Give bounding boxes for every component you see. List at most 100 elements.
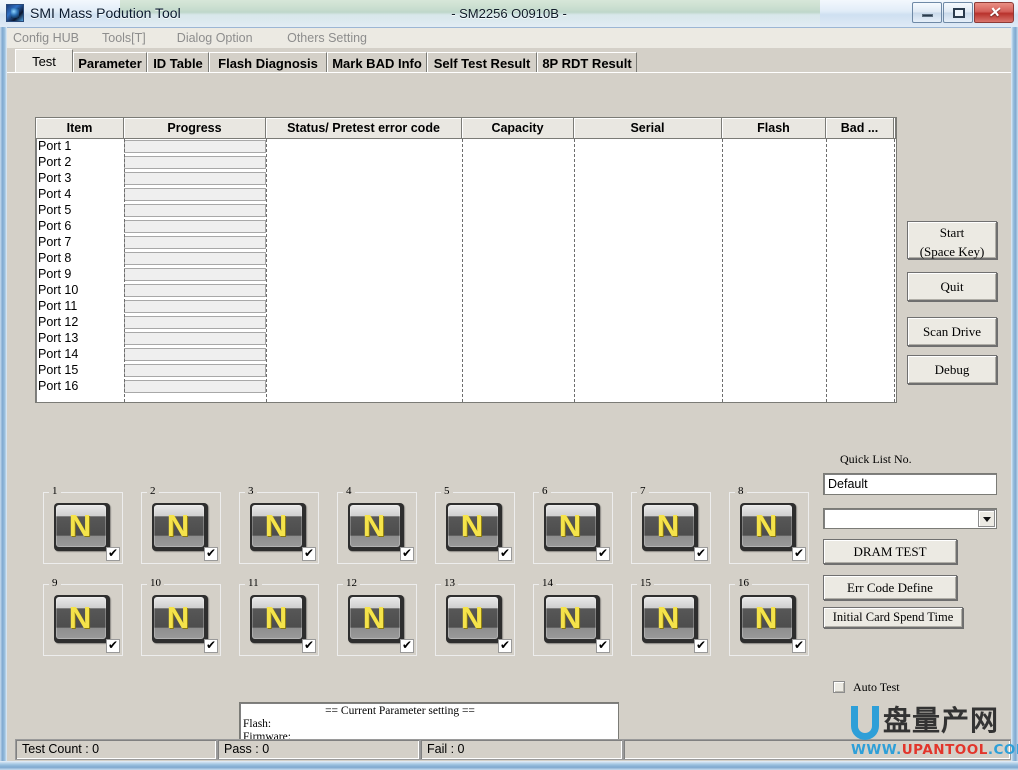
tab-parameter[interactable]: Parameter	[73, 52, 147, 73]
tab-test[interactable]: Test	[15, 49, 73, 73]
table-row[interactable]: Port 4	[36, 187, 896, 203]
app-icon	[6, 4, 24, 22]
grid-column-header[interactable]: Bad ...	[826, 118, 894, 139]
port-checkmark-icon[interactable]	[596, 547, 610, 561]
port-card-13[interactable]: 13N	[435, 584, 515, 656]
table-row[interactable]: Port 12	[36, 315, 896, 331]
port-card-16[interactable]: 16N	[729, 584, 809, 656]
table-row[interactable]: Port 3	[36, 171, 896, 187]
port-checkmark-icon[interactable]	[204, 547, 218, 561]
card-letter: N	[348, 595, 400, 639]
auto-test-checkbox[interactable]	[833, 681, 845, 693]
port-card-3[interactable]: 3N	[239, 492, 319, 564]
tab-8p-rdt-result[interactable]: 8P RDT Result	[537, 52, 637, 73]
port-card-8[interactable]: 8N	[729, 492, 809, 564]
quick-list-input[interactable]: Default	[823, 473, 997, 495]
table-row[interactable]: Port 13	[36, 331, 896, 347]
grid-column-separator	[894, 139, 895, 402]
dram-test-button[interactable]: DRAM TEST	[823, 539, 957, 564]
port-checkmark-icon[interactable]	[302, 639, 316, 653]
port-checkmark-icon[interactable]	[792, 547, 806, 561]
table-row[interactable]: Port 6	[36, 219, 896, 235]
menu-item-tools-t[interactable]: Tools[T]	[102, 31, 146, 45]
card-letter: N	[54, 595, 106, 639]
grid-column-header[interactable]: Status/ Pretest error code	[266, 118, 462, 139]
tab-id-table[interactable]: ID Table	[147, 52, 209, 73]
table-row[interactable]: Port 8	[36, 251, 896, 267]
title-bar: SMI Mass Podution Tool - SM2256 O0910B -…	[0, 0, 1018, 28]
port-checkmark-icon[interactable]	[792, 639, 806, 653]
port-checkmark-icon[interactable]	[694, 547, 708, 561]
card-image-icon: N	[348, 503, 404, 551]
port-checkmark-icon[interactable]	[106, 547, 120, 561]
port-checkmark-icon[interactable]	[596, 639, 610, 653]
table-row[interactable]: Port 5	[36, 203, 896, 219]
port-card-15[interactable]: 15N	[631, 584, 711, 656]
port-card-10[interactable]: 10N	[141, 584, 221, 656]
grid-cell-progress	[124, 316, 266, 329]
grid-column-header[interactable]: Item	[36, 118, 124, 139]
table-row[interactable]: Port 15	[36, 363, 896, 379]
card-letter: N	[642, 503, 694, 547]
menu-item-others-setting[interactable]: Others Setting	[287, 31, 367, 45]
port-checkmark-icon[interactable]	[302, 547, 316, 561]
port-checkmark-icon[interactable]	[498, 547, 512, 561]
port-card-number: 9	[49, 577, 61, 589]
quit-button[interactable]: Quit	[907, 272, 997, 301]
tab-mark-bad-info[interactable]: Mark BAD Info	[327, 52, 427, 73]
port-card-9[interactable]: 9N	[43, 584, 123, 656]
table-row[interactable]: Port 9	[36, 267, 896, 283]
tab-flash-diagnosis[interactable]: Flash Diagnosis	[209, 52, 327, 73]
port-results-grid[interactable]: ItemProgressStatus/ Pretest error codeCa…	[35, 117, 897, 403]
port-card-6[interactable]: 6N	[533, 492, 613, 564]
table-row[interactable]: Port 1	[36, 139, 896, 155]
port-checkmark-icon[interactable]	[106, 639, 120, 653]
port-checkmark-icon[interactable]	[204, 639, 218, 653]
port-card-2[interactable]: 2N	[141, 492, 221, 564]
minimize-button[interactable]	[912, 2, 942, 23]
port-checkmark-icon[interactable]	[694, 639, 708, 653]
card-letter: N	[544, 503, 596, 547]
card-image-icon: N	[152, 503, 208, 551]
close-button[interactable]: ✕	[974, 2, 1014, 23]
port-card-14[interactable]: 14N	[533, 584, 613, 656]
card-image-icon: N	[250, 595, 306, 643]
port-checkmark-icon[interactable]	[400, 547, 414, 561]
port-card-11[interactable]: 11N	[239, 584, 319, 656]
err-code-define-button[interactable]: Err Code Define	[823, 575, 957, 600]
menu-item-dialog-option[interactable]: Dialog Option	[177, 31, 253, 45]
tab-self-test-result[interactable]: Self Test Result	[427, 52, 537, 73]
chevron-down-icon[interactable]	[978, 510, 995, 527]
grid-column-header[interactable]: Progress	[124, 118, 266, 139]
maximize-button[interactable]	[943, 2, 973, 23]
table-row[interactable]: Port 16	[36, 379, 896, 395]
start-button[interactable]: Start (Space Key)	[907, 221, 997, 259]
menu-bar: Config HUB Tools[T] Dialog Option Others Se…	[7, 28, 1011, 49]
grid-column-header[interactable]: Serial	[574, 118, 722, 139]
debug-button[interactable]: Debug	[907, 355, 997, 384]
table-row[interactable]: Port 11	[36, 299, 896, 315]
scan-drive-button[interactable]: Scan Drive	[907, 317, 997, 346]
port-checkmark-icon[interactable]	[400, 639, 414, 653]
grid-column-separator	[826, 139, 827, 402]
table-row[interactable]: Port 7	[36, 235, 896, 251]
port-checkmark-icon[interactable]	[498, 639, 512, 653]
port-card-5[interactable]: 5N	[435, 492, 515, 564]
port-card-12[interactable]: 12N	[337, 584, 417, 656]
quick-list-combobox[interactable]	[823, 508, 997, 529]
table-row[interactable]: Port 10	[36, 283, 896, 299]
menu-item-config-hub[interactable]: Config HUB	[13, 31, 79, 45]
grid-column-header[interactable]: Flash	[722, 118, 826, 139]
initial-card-spend-time-button[interactable]: Initial Card Spend Time	[823, 607, 963, 628]
grid-cell-progress	[124, 188, 266, 201]
port-card-4[interactable]: 4N	[337, 492, 417, 564]
port-card-number: 4	[343, 485, 355, 497]
grid-column-header[interactable]: Capacity	[462, 118, 574, 139]
table-row[interactable]: Port 2	[36, 155, 896, 171]
port-card-7[interactable]: 7N	[631, 492, 711, 564]
port-card-number: 13	[441, 577, 458, 589]
port-card-1[interactable]: 1N	[43, 492, 123, 564]
table-row[interactable]: Port 14	[36, 347, 896, 363]
grid-column-separator	[574, 139, 575, 402]
watermark-url-brand: UPANTOOL	[902, 742, 988, 758]
